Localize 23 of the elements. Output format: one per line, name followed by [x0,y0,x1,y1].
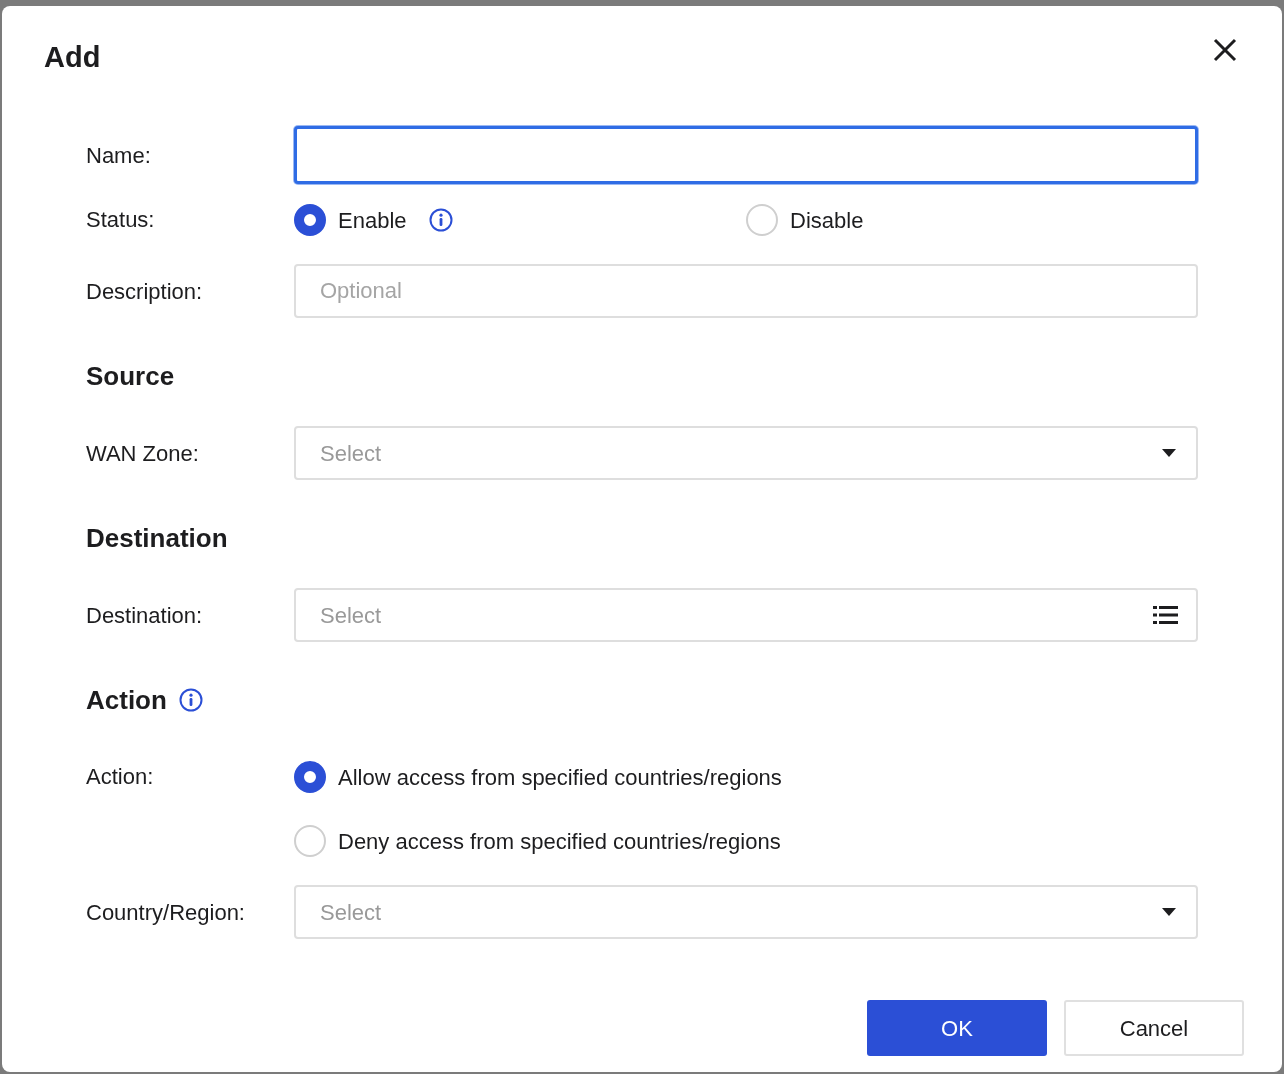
section-heading: Action [86,683,167,717]
field-label: Description: [85,277,204,306]
dialog-title: Add [44,40,102,75]
field-label: Action: [85,763,155,791]
field-label: Country/Region: [85,898,246,927]
info-icon[interactable] [178,688,203,712]
list-icon[interactable] [1153,605,1178,625]
ok-button[interactable]: OK [867,1000,1047,1056]
field-label: Status: [85,206,156,234]
cancel-button[interactable]: Cancel [1064,1000,1244,1056]
field-label: WAN Zone: [85,439,200,468]
radio-option[interactable]: Disable [746,200,864,240]
caret-icon [1162,908,1176,916]
text-field[interactable] [294,126,1198,184]
section-heading: Source [86,359,175,393]
field-label: Destination: [85,601,204,630]
section-heading: Destination [86,521,228,555]
info-icon[interactable] [428,208,453,232]
field-label: Name: [85,141,152,170]
radio-option[interactable]: Allow access from specified countries/regions [294,757,782,797]
radio-option[interactable]: Enable [294,200,407,240]
caret-icon [1162,449,1176,457]
radio-option[interactable]: Deny access from specified countries/regions [294,821,781,861]
